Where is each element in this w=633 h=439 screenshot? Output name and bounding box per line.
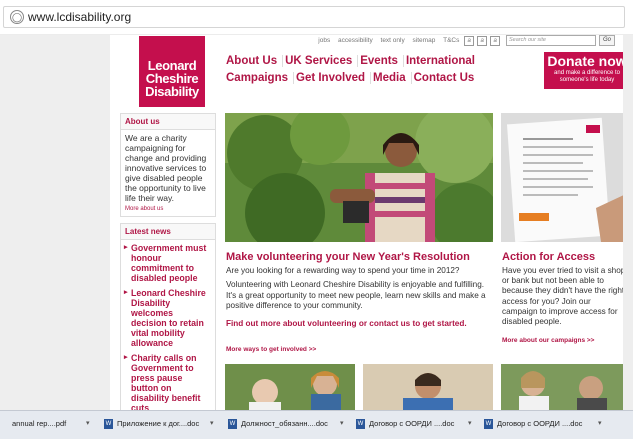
download-item-4-menu-icon[interactable]: ▾	[468, 419, 472, 427]
photo-thumbnail-3[interactable]	[501, 364, 623, 410]
word-document-icon: W	[104, 419, 113, 430]
main-nav: About Us UK Services Events International C…	[226, 55, 482, 89]
nav-get-involved[interactable]: Get Involved	[296, 72, 372, 84]
nav-uk-services[interactable]: UK Services	[285, 55, 359, 67]
link-jobs[interactable]: jobs	[318, 37, 330, 44]
news-item-2[interactable]: Leonard Cheshire Disability welcomes dec…	[121, 285, 215, 350]
download-bar: annual rep....pdf ▾ W Приложение к дог...…	[0, 410, 633, 439]
site-search-input[interactable]: Search our site	[506, 35, 596, 46]
word-document-icon: W	[484, 419, 493, 430]
text-size-large-button[interactable]: a	[490, 35, 501, 46]
about-more-link[interactable]: More about us	[121, 206, 215, 216]
sidebar: About us We are a charity campaigning fo…	[120, 113, 216, 410]
link-sitemap[interactable]: sitemap	[413, 37, 436, 44]
download-item-2-label: Приложение к дог....doc	[117, 419, 200, 428]
about-heading: About us	[121, 114, 215, 130]
feature-paragraph: Volunteering with Leonard Cheshire Disab…	[226, 280, 486, 310]
feature-intro: Are you looking for a rewarding way to s…	[226, 266, 460, 275]
news-box: Latest news Government must honour commi…	[120, 223, 216, 410]
donate-button[interactable]: Donate now and make a difference to some…	[544, 52, 623, 89]
download-item-4[interactable]: W Договор с ООРДИ ....doc	[356, 419, 454, 433]
download-item-5-menu-icon[interactable]: ▾	[598, 419, 602, 427]
logo-line-3: Disability	[145, 84, 199, 99]
nav-contact-us[interactable]: Contact Us	[414, 72, 480, 84]
url-field[interactable]: ◯ www.lcdisability.org	[3, 6, 625, 28]
volunteer-photo[interactable]	[225, 113, 493, 242]
download-item-5-label: Договор с ООРДИ ....doc	[497, 419, 583, 428]
site-logo[interactable]: Leonard Cheshire Disability	[139, 36, 205, 107]
news-heading: Latest news	[121, 224, 215, 240]
download-item-2-menu-icon[interactable]: ▾	[210, 419, 214, 427]
download-item-1[interactable]: annual rep....pdf	[12, 419, 66, 433]
more-ways-link[interactable]: More ways to get involved >>	[226, 346, 316, 353]
nav-about-us[interactable]: About Us	[226, 55, 284, 67]
download-item-5[interactable]: W Договор с ООРДИ ....doc	[484, 419, 582, 433]
globe-icon: ◯	[10, 10, 24, 24]
address-bar: ◯ www.lcdisability.org	[0, 0, 633, 35]
download-item-3-menu-icon[interactable]: ▾	[340, 419, 344, 427]
action-heading[interactable]: Action for Access	[502, 251, 595, 263]
download-item-1-menu-icon[interactable]: ▾	[86, 419, 90, 427]
thumb-1-art	[225, 364, 355, 410]
nav-events[interactable]: Events	[360, 55, 404, 67]
page-gutter-left	[0, 35, 110, 410]
download-item-3[interactable]: W Должност_обязанн....doc	[228, 419, 328, 433]
about-box: About us We are a charity campaigning fo…	[120, 113, 216, 217]
nav-campaigns[interactable]: Campaigns	[226, 72, 294, 84]
download-item-4-label: Договор с ООРДИ ....doc	[369, 419, 455, 428]
download-item-3-label: Должност_обязанн....doc	[241, 419, 328, 428]
volunteer-photo-art	[225, 113, 493, 242]
about-text: We are a charity campaigning for change …	[125, 133, 207, 203]
news-item-3[interactable]: Charity calls on Government to press pau…	[121, 350, 215, 410]
donate-title: Donate now	[547, 53, 623, 69]
word-document-icon: W	[356, 419, 365, 430]
web-page: jobs accessibility text only sitemap T&C…	[110, 35, 623, 410]
feature-cta-link[interactable]: Find out more about volunteering or cont…	[226, 319, 486, 330]
news-item-1[interactable]: Government must honour commitment to dis…	[121, 240, 215, 285]
download-item-2[interactable]: W Приложение к дог....doc	[104, 419, 199, 433]
campaigns-more-link[interactable]: More about our campaigns >>	[502, 337, 594, 344]
download-item-1-label: annual rep....pdf	[12, 419, 67, 428]
action-text: Have you ever tried to visit a shop or b…	[502, 266, 623, 327]
photo-thumbnail-1[interactable]	[225, 364, 355, 410]
text-size-small-button[interactable]: a	[464, 35, 475, 46]
utility-links: jobs accessibility text only sitemap T&C…	[312, 35, 615, 47]
url-text[interactable]: www.lcdisability.org	[28, 10, 131, 24]
feature-heading[interactable]: Make volunteering your New Year's Resolu…	[226, 251, 470, 263]
thumb-3-art	[501, 364, 623, 410]
link-accessibility[interactable]: accessibility	[338, 37, 373, 44]
thumb-2-art	[363, 364, 493, 410]
action-leaflet-photo[interactable]	[501, 113, 623, 242]
word-document-icon: W	[228, 419, 237, 430]
donate-subtitle: and make a difference to someone's life …	[554, 70, 620, 83]
link-terms[interactable]: T&Cs	[443, 37, 459, 44]
text-size-medium-button[interactable]: a	[477, 35, 488, 46]
nav-media[interactable]: Media	[373, 72, 412, 84]
action-leaflet-art	[501, 113, 623, 242]
link-text-only[interactable]: text only	[381, 37, 405, 44]
search-go-button[interactable]: Go	[599, 35, 615, 46]
nav-international[interactable]: International	[406, 55, 480, 67]
page-gutter-right	[623, 35, 633, 410]
photo-thumbnail-2[interactable]	[363, 364, 493, 410]
